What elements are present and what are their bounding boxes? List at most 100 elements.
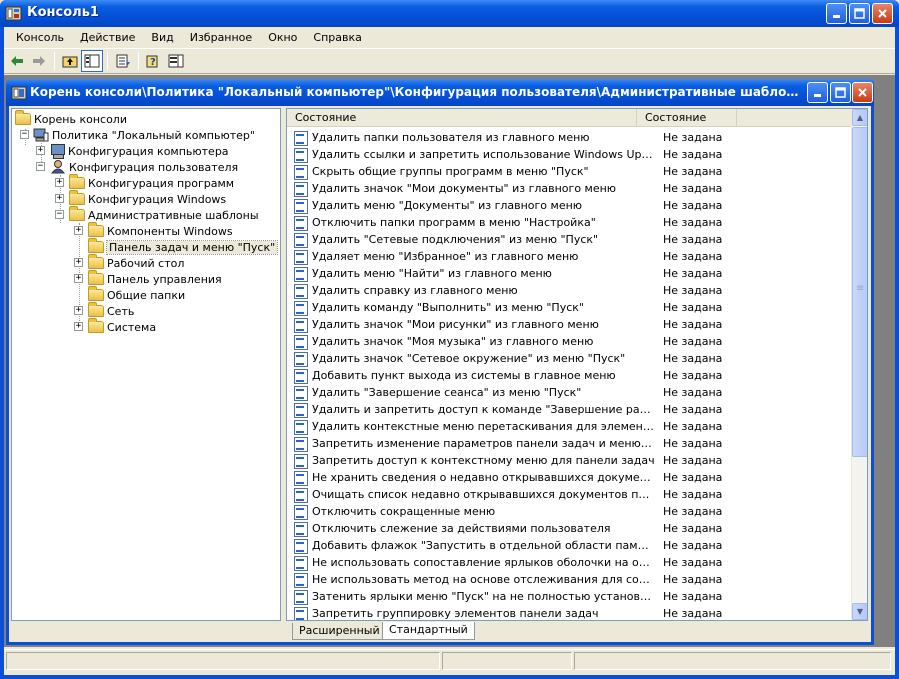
list-item[interactable]: Удаляет меню "Избранное" из главного мен… bbox=[287, 248, 853, 265]
expand-toggle[interactable]: + bbox=[55, 194, 64, 203]
close-button[interactable] bbox=[872, 3, 893, 24]
policy-setting-state: Не задана bbox=[663, 165, 723, 178]
list-item[interactable]: Удалить и запретить доступ к команде "За… bbox=[287, 401, 853, 418]
list-item[interactable]: Не хранить сведения о недавно открывавши… bbox=[287, 469, 853, 486]
status-panel-3 bbox=[574, 652, 891, 670]
list-item[interactable]: Отключить слежение за действиями пользов… bbox=[287, 520, 853, 537]
policy-setting-name: Скрыть общие группы программ в меню "Пус… bbox=[312, 165, 589, 178]
list-item[interactable]: Удалить "Сетевые подключения" из меню "П… bbox=[287, 231, 853, 248]
status-panel-1 bbox=[6, 652, 440, 670]
list-item[interactable]: Запретить доступ к контекстному меню для… bbox=[287, 452, 853, 469]
expand-toggle[interactable]: + bbox=[74, 226, 83, 235]
list-item[interactable]: Запретить изменение параметров панели за… bbox=[287, 435, 853, 452]
menu-window[interactable]: Окно bbox=[260, 31, 305, 44]
tree-item-system[interactable]: Система bbox=[88, 318, 156, 335]
list-item[interactable]: Удалить значок "Мои рисунки" из главного… bbox=[287, 316, 853, 333]
list-item[interactable]: Удалить значок "Моя музыка" из главного … bbox=[287, 333, 853, 350]
expand-toggle[interactable]: + bbox=[36, 146, 45, 155]
menu-view[interactable]: Вид bbox=[143, 31, 181, 44]
column-header-state[interactable]: Состояние bbox=[637, 109, 737, 127]
list-item[interactable]: Удалить меню "Найти" из главного меню Не … bbox=[287, 265, 853, 282]
list-item[interactable]: Удалить контекстные меню перетаскивания … bbox=[287, 418, 853, 435]
policy-setting-state: Не задана bbox=[663, 590, 723, 603]
back-button[interactable] bbox=[6, 50, 28, 72]
list-item[interactable]: Удалить ссылки и запретить использование… bbox=[287, 146, 853, 163]
scroll-thumb[interactable] bbox=[852, 127, 867, 457]
scroll-down-button[interactable]: ▼ bbox=[852, 603, 867, 620]
tree-item-shared-folders[interactable]: Общие папки bbox=[88, 286, 185, 303]
expand-toggle[interactable]: + bbox=[55, 178, 64, 187]
collapse-toggle[interactable]: − bbox=[36, 162, 45, 171]
policy-setting-icon bbox=[293, 385, 309, 401]
policy-setting-name: Удалить значок "Моя музыка" из главного … bbox=[312, 335, 594, 348]
collapse-toggle[interactable]: − bbox=[20, 130, 29, 139]
policy-setting-icon bbox=[293, 130, 309, 146]
tab-extended[interactable]: Расширенный bbox=[292, 623, 387, 640]
window-title-bar[interactable]: Консоль1 bbox=[0, 0, 899, 27]
scroll-up-button[interactable]: ▲ bbox=[852, 109, 867, 126]
tree-item-computer-config[interactable]: Конфигурация компьютера bbox=[50, 143, 229, 159]
list-item[interactable]: Затенить ярлыки меню "Пуск" на не полнос… bbox=[287, 588, 853, 605]
up-folder-button[interactable] bbox=[59, 50, 81, 72]
tree-item-windows-settings[interactable]: Конфигурация Windows bbox=[69, 190, 226, 207]
help-button[interactable]: ? bbox=[143, 50, 165, 72]
list-item[interactable]: Удалить "Завершение сеанса" из меню "Пус… bbox=[287, 384, 853, 401]
tab-standard[interactable]: Стандартный bbox=[382, 622, 475, 640]
policy-setting-state: Не задана bbox=[663, 539, 723, 552]
list-item[interactable]: Запретить группировку элементов панели з… bbox=[287, 605, 853, 620]
window-client-area: Консоль Действие Вид Избранное Окно Спра… bbox=[4, 27, 895, 675]
expand-toggle[interactable]: + bbox=[74, 322, 83, 331]
show-action-pane-button[interactable] bbox=[165, 50, 187, 72]
tree-item-software-settings[interactable]: Конфигурация программ bbox=[69, 174, 234, 191]
list-item[interactable]: Удалить команду "Выполнить" из меню "Пус… bbox=[287, 299, 853, 316]
vertical-scrollbar[interactable]: ▲ ▼ bbox=[851, 109, 867, 620]
tree-item-user-config[interactable]: Конфигурация пользователя bbox=[50, 159, 238, 175]
list-item[interactable]: Удалить значок "Мои документы" из главно… bbox=[287, 180, 853, 197]
list-item[interactable]: Добавить пункт выхода из системы в главн… bbox=[287, 367, 853, 384]
list-item[interactable]: Удалить значок "Сетевое окружение" из ме… bbox=[287, 350, 853, 367]
tree-item-taskbar-start-menu[interactable]: Панель задач и меню "Пуск" bbox=[88, 238, 279, 255]
column-header-setting[interactable]: Состояние bbox=[287, 109, 637, 127]
expand-toggle[interactable]: + bbox=[74, 258, 83, 267]
tree-item-network[interactable]: Сеть bbox=[88, 302, 134, 319]
collapse-toggle[interactable]: − bbox=[55, 210, 64, 219]
tree-item-control-panel[interactable]: Панель управления bbox=[88, 270, 222, 287]
inner-title-bar[interactable]: Корень консоли\Политика "Локальный компь… bbox=[6, 79, 874, 106]
policy-setting-icon bbox=[293, 555, 309, 571]
export-list-button[interactable] bbox=[112, 50, 134, 72]
menu-favorites[interactable]: Избранное bbox=[182, 31, 260, 44]
list-item[interactable]: Удалить папки пользователя из главного м… bbox=[287, 129, 853, 146]
list-item[interactable]: Не использовать метод на основе отслежив… bbox=[287, 571, 853, 588]
menu-help[interactable]: Справка bbox=[305, 31, 369, 44]
inner-close-button[interactable] bbox=[852, 82, 873, 103]
toolbar: ? bbox=[4, 48, 895, 74]
list-item[interactable]: Скрыть общие группы программ в меню "Пус… bbox=[287, 163, 853, 180]
list-item[interactable]: Не использовать сопоставление ярлыков об… bbox=[287, 554, 853, 571]
menu-console[interactable]: Консоль bbox=[8, 31, 72, 44]
tree-item-desktop[interactable]: Рабочий стол bbox=[88, 254, 185, 271]
inner-minimize-button[interactable] bbox=[807, 82, 828, 103]
tree-item-label: Административные шаблоны bbox=[88, 208, 259, 222]
list-item[interactable]: Удалить справку из главного меню Не задан… bbox=[287, 282, 853, 299]
maximize-button[interactable] bbox=[849, 3, 870, 24]
list-item[interactable]: Отключить сокращенные меню Не задана bbox=[287, 503, 853, 520]
tree-item-windows-components[interactable]: Компоненты Windows bbox=[88, 222, 233, 239]
list-item[interactable]: Добавить флажок "Запустить в отдельной о… bbox=[287, 537, 853, 554]
minimize-button[interactable] bbox=[826, 3, 847, 24]
list-item[interactable]: Удалить меню "Документы" из главного мен… bbox=[287, 197, 853, 214]
menu-action[interactable]: Действие bbox=[72, 31, 143, 44]
tree-item-console-root[interactable]: Корень консоли bbox=[15, 110, 127, 127]
policy-setting-state: Не задана bbox=[663, 437, 723, 450]
show-tree-button[interactable] bbox=[81, 50, 103, 72]
tree-item-admin-templates[interactable]: Административные шаблоны bbox=[69, 206, 259, 223]
list-item[interactable]: Отключить папки программ в меню "Настрой… bbox=[287, 214, 853, 231]
list-item[interactable]: Очищать список недавно открывавшихся док… bbox=[287, 486, 853, 503]
forward-button[interactable] bbox=[28, 50, 50, 72]
inner-maximize-button[interactable] bbox=[830, 82, 851, 103]
expand-toggle[interactable]: + bbox=[74, 274, 83, 283]
tree-item-label: Рабочий стол bbox=[107, 256, 185, 270]
tree-item-local-policy[interactable]: Политика "Локальный компьютер" bbox=[33, 127, 255, 143]
expand-toggle[interactable]: + bbox=[74, 306, 83, 315]
policy-setting-name: Удалить значок "Мои документы" из главно… bbox=[312, 182, 617, 195]
back-icon bbox=[11, 56, 23, 66]
